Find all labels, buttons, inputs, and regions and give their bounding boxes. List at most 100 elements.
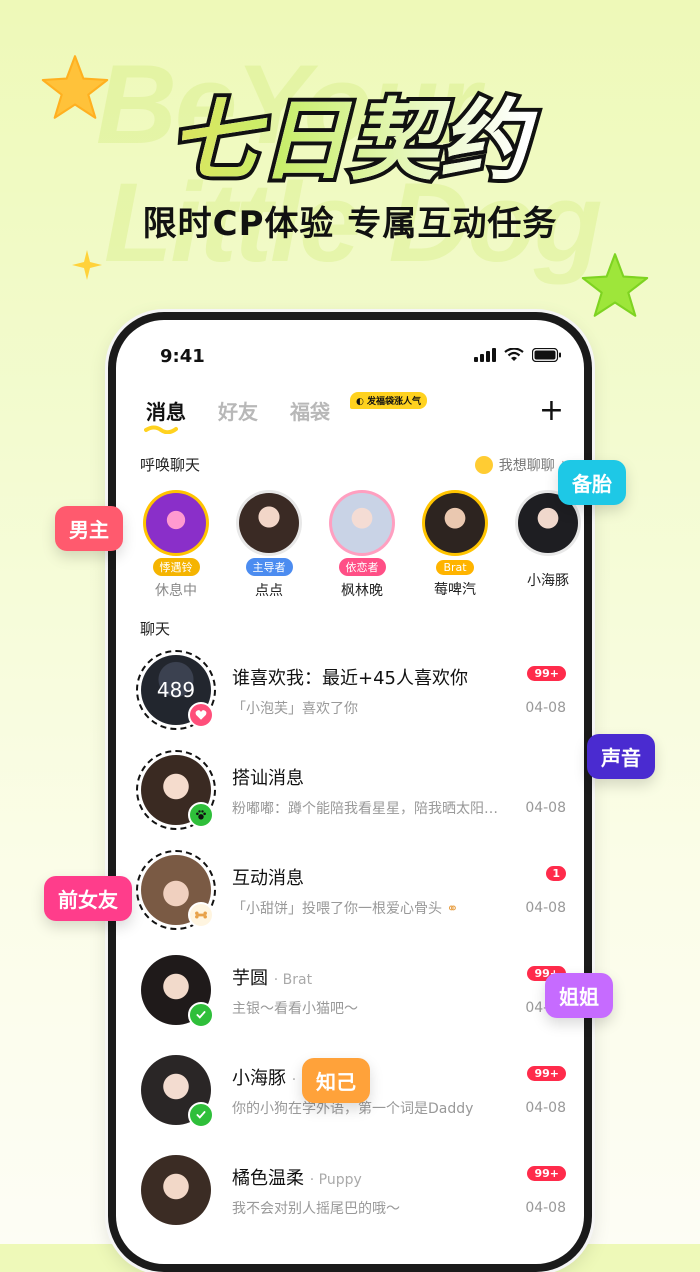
story-name: 点点 [255,583,283,599]
role-tag: Brat [436,560,474,575]
chat-date: 04-08 [525,900,566,916]
star-icon [72,250,102,280]
avatar-ring [422,490,488,556]
phone-frame: 9:41 消息 好友 福袋 ◐ 发福袋涨人气 + 呼唤聊天 我想聊聊 悸遇铃 休… [108,312,592,1272]
chat-role: · Brat [273,972,313,988]
role-tag: 依恋者 [338,558,386,576]
verified-icon [188,1102,214,1128]
role-tag-ex-girlfriend: 前女友 [44,876,132,921]
role-tag: 悸遇铃 [152,558,200,576]
wave-icon: ◐ [356,397,367,407]
story-item[interactable]: 小海豚 [508,490,584,590]
chat-title: 小海豚 · [232,1064,296,1090]
call-chat-label: 呼唤聊天 [140,456,201,474]
chat-title-text: 互动消息 [232,868,304,889]
chat-title: 芋圆 · Brat [232,964,312,990]
story-item[interactable]: 主导者 点点 [229,490,309,600]
avatar [332,493,392,553]
chat-date: 04-08 [525,1200,566,1216]
avatar-wrap [136,750,216,830]
chat-item[interactable]: 芋圆 · Brat 主银～看看小猫吧～ 99+ 04-08 [116,950,584,1050]
tab-active-indicator [144,425,178,434]
role-tag-backup: 备胎 [558,460,626,505]
story-row: 悸遇铃 休息中 主导者 点点 依恋者 枫林晚 Brat 莓啤汽 小海豚 [116,490,584,600]
chat-title-text: 橘色温柔 [232,1168,304,1189]
unread-badge: 99+ [527,1166,566,1181]
heart-icon [188,702,214,728]
tab-messages[interactable]: 消息 [146,396,186,425]
role-tag: 主导者 [245,558,293,576]
want-chat-link[interactable]: 我想聊聊 › [474,454,568,475]
verified-icon [188,1002,214,1028]
chat-preview-text: 「小甜饼」投喂了你一根爱心骨头 [232,901,442,917]
avatar [146,493,206,553]
chat-title: 谁喜欢我：最近+45人喜欢你 [232,664,468,690]
chat-title-text: 小海豚 [232,1068,286,1089]
avatar-ring [329,490,395,556]
avatar-wrap: 489 [136,650,216,730]
chat-preview: 「小泡芙」喜欢了你 [232,701,358,717]
story-name: 休息中 [155,583,197,599]
avatar [425,493,485,553]
chat-section-label: 聊天 [140,620,171,638]
story-name: 莓啤汽 [434,582,476,598]
status-icons [474,348,562,362]
chat-preview: 你的小狗在学外语，第一个词是Daddy [232,1101,474,1117]
chat-item[interactable]: 互动消息 「小甜饼」投喂了你一根爱心骨头 ⚭ 1 04-08 [116,850,584,950]
emoji-icon [474,455,493,474]
battery-icon [532,348,561,362]
tab-lucky-bag[interactable]: 福袋 [290,396,330,425]
lucky-bag-promo-label: 发福袋涨人气 [367,397,422,407]
story-item[interactable]: Brat 莓啤汽 [415,490,495,599]
story-name: 枫林晚 [341,583,383,599]
add-button[interactable]: + [539,396,564,426]
unread-badge: 1 [546,866,566,881]
chat-title: 搭讪消息 [232,764,304,790]
bone-icon [188,902,214,928]
chat-date: 04-08 [525,1100,566,1116]
chat-preview: 粉嘟嘟：蹲个能陪我看星星，陪我晒太阳的人 [232,801,502,817]
role-tag-voice: 声音 [587,734,655,779]
chat-title: 橘色温柔 · Puppy [232,1164,362,1190]
unread-badge: 99+ [527,666,566,681]
chat-preview: 主银～看看小猫吧～ [232,1001,358,1017]
avatar-ring [143,490,209,556]
phone-screen: 9:41 消息 好友 福袋 ◐ 发福袋涨人气 + 呼唤聊天 我想聊聊 悸遇铃 休… [116,320,584,1264]
avatar-wrap [136,850,216,930]
chat-title-text: 谁喜欢我：最近+45人喜欢你 [232,668,468,689]
chat-role: · Puppy [309,1172,362,1188]
tab-friends[interactable]: 好友 [218,396,258,425]
status-bar: 9:41 [116,320,584,382]
chat-date: 04-08 [525,800,566,816]
paw-icon [188,802,214,828]
signal-icon [474,348,496,362]
avatar [239,493,299,553]
chat-item[interactable]: 橘色温柔 · Puppy 我不会对别人摇尾巴的哦～ 99+ 04-08 [116,1150,584,1250]
story-item[interactable]: 依恋者 枫林晚 [322,490,402,600]
story-item[interactable]: 悸遇铃 休息中 [136,490,216,600]
chat-date: 04-08 [525,700,566,716]
chat-title-text: 搭讪消息 [232,768,304,789]
role-tag-male-lead: 男主 [55,506,123,551]
want-chat-label: 我想聊聊 [498,457,555,474]
avatar-wrap [136,1050,216,1130]
avatar [141,1155,211,1225]
status-time: 9:41 [160,346,205,367]
hero-title: 七日契约 [0,70,700,197]
chat-title-text: 芋圆 [232,968,268,989]
role-tag-confidant: 知己 [302,1058,370,1103]
chat-item[interactable]: 489 谁喜欢我：最近+45人喜欢你 「小泡芙」喜欢了你 99+ 04-08 [116,650,584,750]
chat-title: 互动消息 [232,864,304,890]
story-name: 小海豚 [527,573,569,589]
star-icon [581,253,649,317]
lucky-bag-promo-badge[interactable]: ◐ 发福袋涨人气 [350,392,428,409]
avatar-ring [236,490,302,556]
avatar-wrap [136,1150,216,1230]
likes-count: 489 [156,678,196,702]
unread-badge: 99+ [527,1066,566,1081]
chat-role: · [291,1072,297,1088]
chat-item[interactable]: 搭讪消息 粉嘟嘟：蹲个能陪我看星星，陪我晒太阳的人 04-08 [116,750,584,850]
top-tabs: 消息 好友 福袋 ◐ 发福袋涨人气 + [140,392,570,436]
chat-preview: 「小甜饼」投喂了你一根爱心骨头 ⚭ [232,898,502,918]
chat-preview: 我不会对别人摇尾巴的哦～ [232,1201,400,1217]
